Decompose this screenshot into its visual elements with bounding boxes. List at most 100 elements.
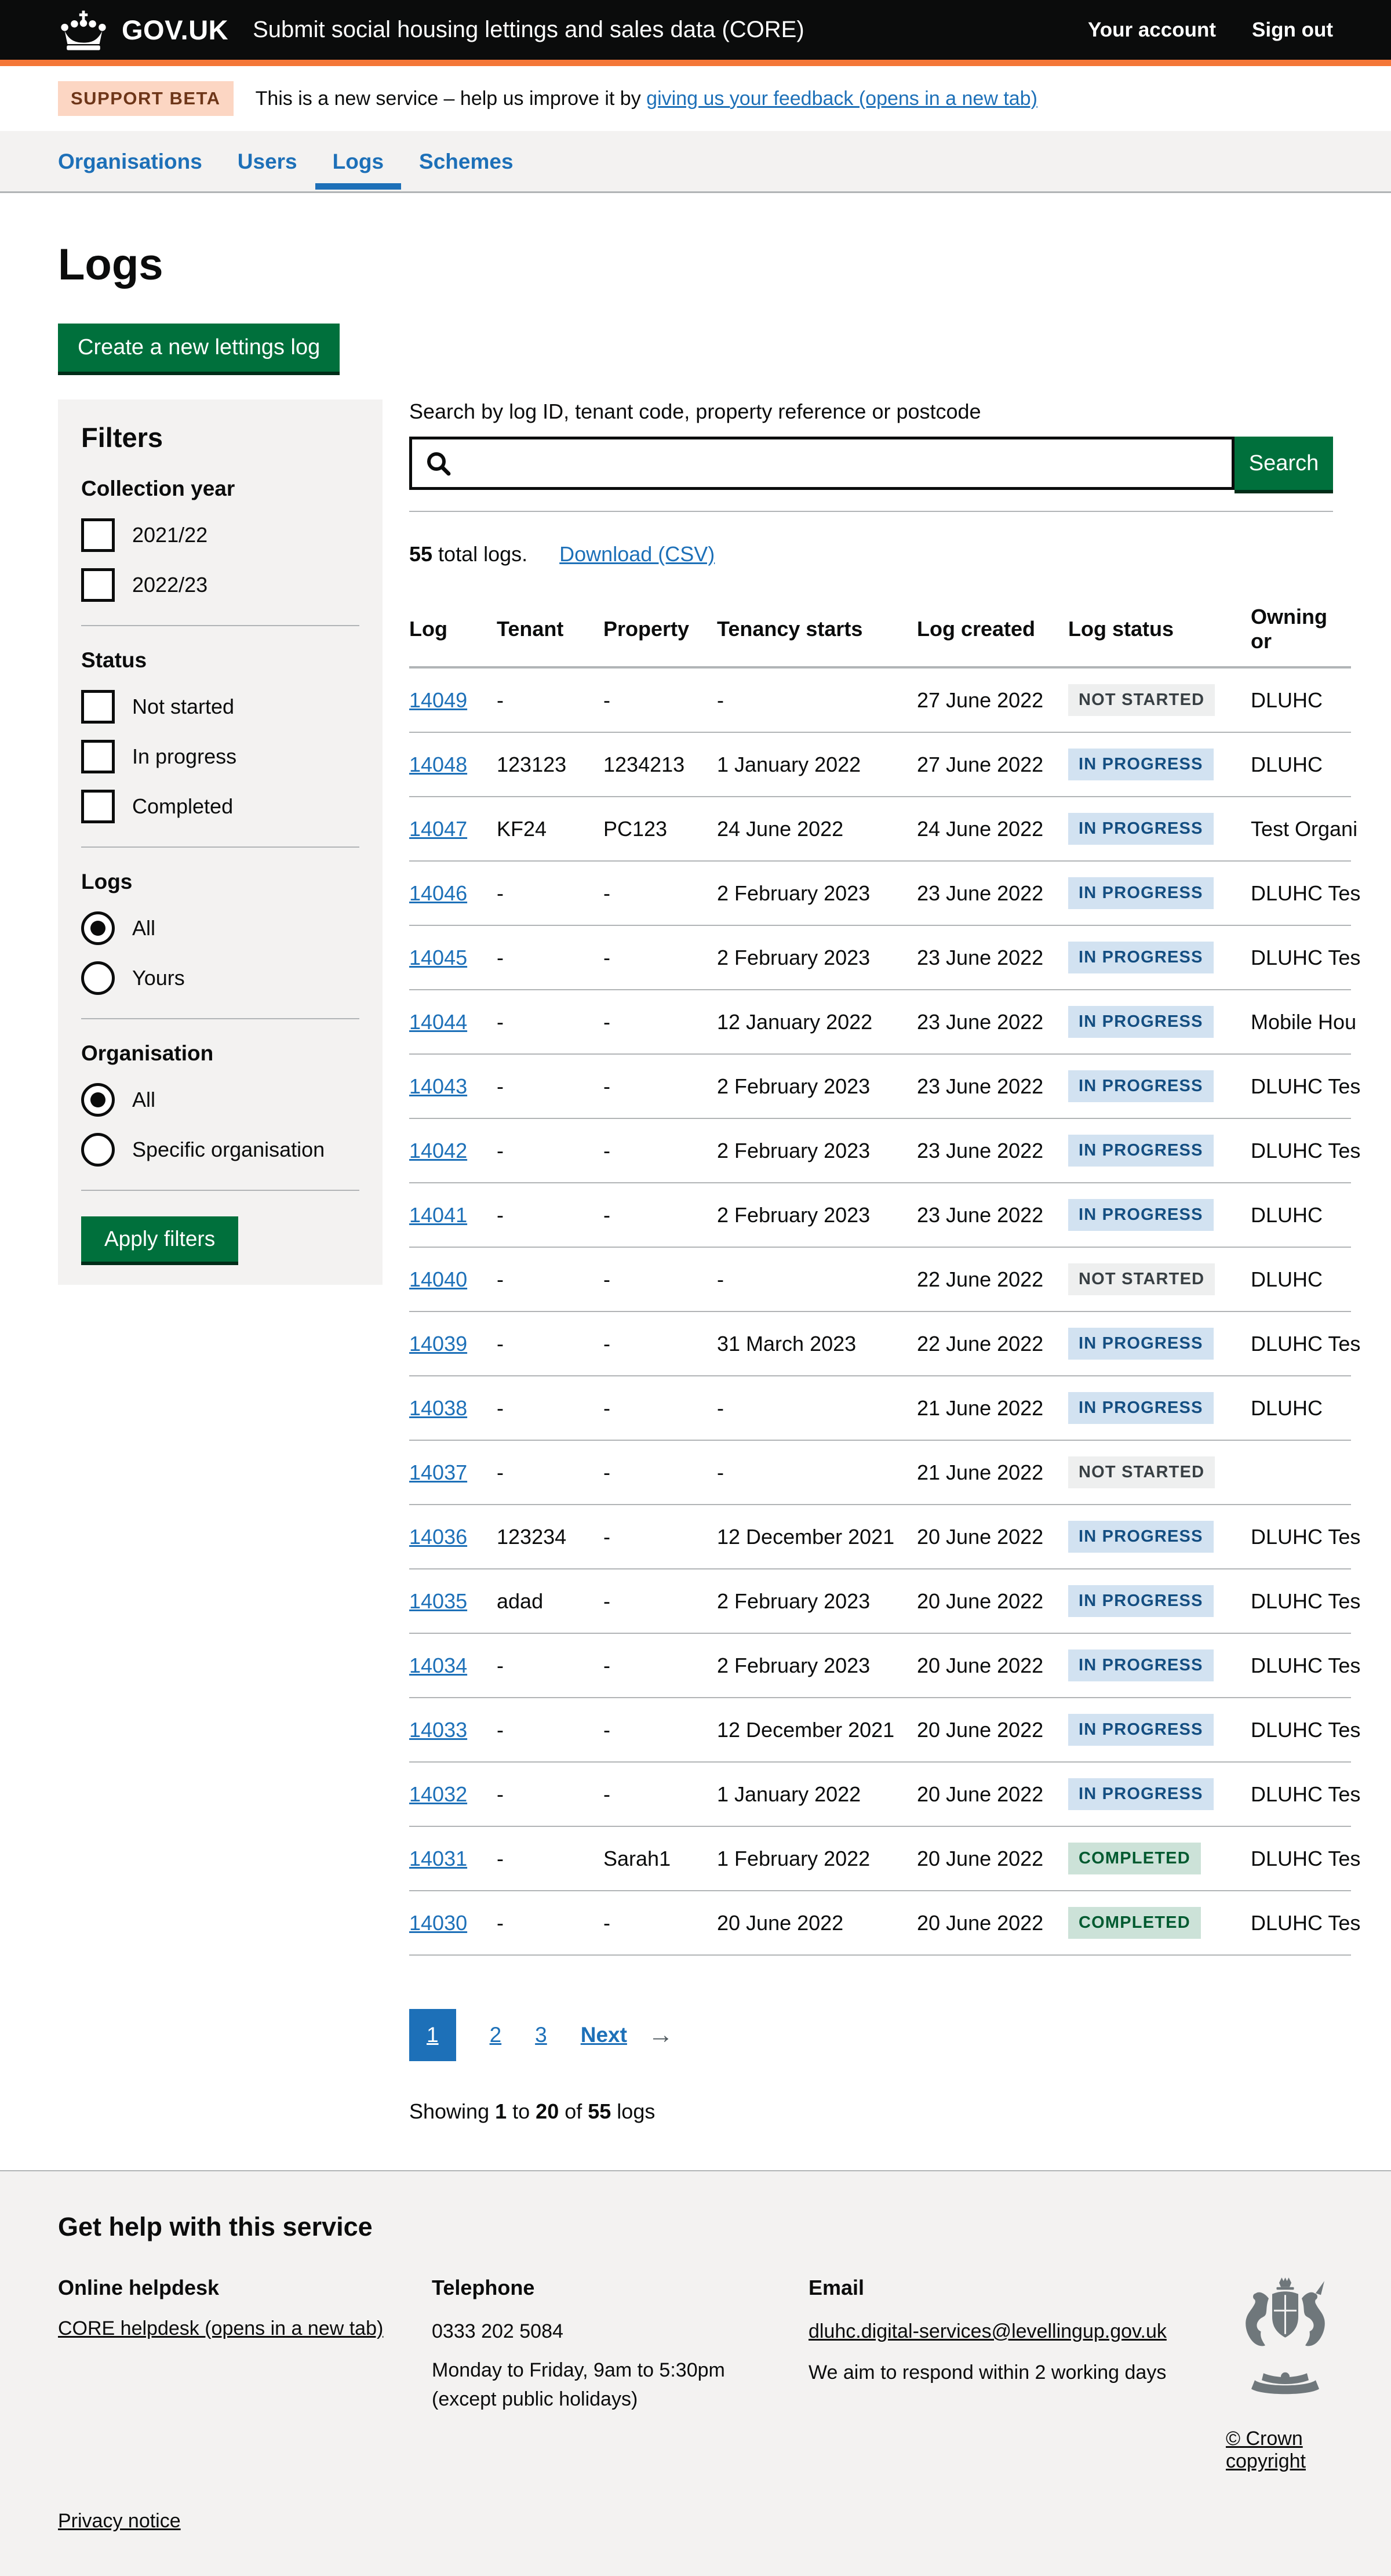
log-link[interactable]: 14036 [409, 1525, 467, 1549]
filter-section-status: Status Not started In progress Completed [81, 648, 359, 823]
checkbox-box [81, 690, 115, 724]
log-link[interactable]: 14043 [409, 1074, 467, 1098]
showing-mid2: of [559, 2099, 588, 2123]
owning-organisation-text: Mobile Hou [1251, 1010, 1356, 1034]
log-created-cell: 20 June 2022 [917, 1891, 1068, 1955]
log-link[interactable]: 14034 [409, 1654, 467, 1677]
radio-control [81, 1083, 115, 1117]
property-cell: - [603, 1118, 717, 1183]
filter-divider [81, 846, 359, 848]
property-cell: - [603, 1762, 717, 1826]
log-status-cell: COMPLETED [1068, 1891, 1251, 1955]
create-lettings-log-button[interactable]: Create a new lettings log [58, 324, 340, 372]
email-link[interactable]: dluhc.digital-services@levellingup.gov.u… [809, 2320, 1167, 2342]
log-link[interactable]: 14047 [409, 817, 467, 841]
checkbox-in-progress[interactable]: In progress [81, 740, 359, 773]
core-helpdesk-link[interactable]: CORE helpdesk (opens in a new tab) [58, 2317, 383, 2339]
log-link[interactable]: 14037 [409, 1460, 467, 1484]
log-link[interactable]: 14039 [409, 1332, 467, 1356]
option-label: All [132, 1088, 155, 1112]
radio-specific-organisation[interactable]: Specific organisation [81, 1133, 359, 1167]
radio-control [81, 1133, 115, 1167]
tab-users[interactable]: Users [238, 131, 297, 191]
table-row: 14045--2 February 202323 June 2022IN PRO… [409, 925, 1351, 990]
radio-all[interactable]: All [81, 1083, 359, 1117]
service-name-link[interactable]: Submit social housing lettings and sales… [253, 17, 804, 43]
table-row: 14039--31 March 202322 June 2022IN PROGR… [409, 1311, 1351, 1376]
log-link[interactable]: 14033 [409, 1718, 467, 1742]
owning-organisation-text: DLUHC Tes [1251, 1782, 1356, 1807]
feedback-link[interactable]: giving us your feedback (opens in a new … [646, 88, 1037, 110]
filter-section-heading: Logs [81, 870, 359, 894]
tab-logs[interactable]: Logs [333, 131, 384, 191]
your-account-link[interactable]: Your account [1088, 19, 1216, 42]
filters-heading: Filters [81, 422, 359, 453]
owning-organisation-text: DLUHC Tes [1251, 1847, 1356, 1871]
radio-selected-dot [90, 921, 105, 936]
log-status-cell: NOT STARTED [1068, 1247, 1251, 1311]
crown-copyright-link[interactable]: © Crown copyright [1226, 2428, 1333, 2473]
pagination-page-2[interactable]: 2 [490, 2023, 502, 2047]
status-badge: IN PROGRESS [1068, 1006, 1214, 1038]
radio-all[interactable]: All [81, 911, 359, 945]
status-badge: IN PROGRESS [1068, 1070, 1214, 1102]
tenancy-starts-cell: 31 March 2023 [717, 1311, 917, 1376]
telephone-heading: Telephone [432, 2276, 809, 2300]
owning-organisation-text: DLUHC Tes [1251, 1074, 1356, 1099]
log-created-cell: 23 June 2022 [917, 1183, 1068, 1247]
log-status-cell: IN PROGRESS [1068, 1505, 1251, 1569]
checkbox-2021-22[interactable]: 2021/22 [81, 518, 359, 552]
log-link[interactable]: 14035 [409, 1589, 467, 1613]
footer-heading: Get help with this service [58, 2212, 1333, 2242]
log-link[interactable]: 14045 [409, 946, 467, 969]
checkbox-not-started[interactable]: Not started [81, 690, 359, 724]
apply-filters-button[interactable]: Apply filters [81, 1216, 238, 1262]
search-button[interactable]: Search [1235, 437, 1333, 490]
log-link[interactable]: 14049 [409, 688, 467, 712]
pagination-page-3[interactable]: 3 [535, 2023, 547, 2047]
log-created-cell: 21 June 2022 [917, 1376, 1068, 1440]
log-link[interactable]: 14048 [409, 753, 467, 776]
log-link[interactable]: 14030 [409, 1911, 467, 1935]
table-row: 14035adad-2 February 202320 June 2022IN … [409, 1569, 1351, 1633]
tenancy-starts-cell: - [717, 1247, 917, 1311]
log-link[interactable]: 14031 [409, 1847, 467, 1870]
status-badge: IN PROGRESS [1068, 1714, 1214, 1746]
email-heading: Email [809, 2276, 1226, 2300]
log-link[interactable]: 14038 [409, 1396, 467, 1420]
log-id-cell: 14047 [409, 797, 497, 861]
log-link[interactable]: 14040 [409, 1267, 467, 1291]
sign-out-link[interactable]: Sign out [1252, 19, 1333, 42]
owning-organisation-cell: DLUHC Tes [1251, 1633, 1351, 1698]
tab-organisations[interactable]: Organisations [58, 131, 202, 191]
privacy-notice-link[interactable]: Privacy notice [58, 2510, 181, 2532]
log-link[interactable]: 14046 [409, 881, 467, 905]
log-link[interactable]: 14032 [409, 1782, 467, 1806]
tab-schemes[interactable]: Schemes [419, 131, 514, 191]
checkbox-2022-23[interactable]: 2022/23 [81, 568, 359, 602]
pagination-next-link[interactable]: Next [581, 2023, 627, 2047]
log-link[interactable]: 14041 [409, 1203, 467, 1227]
option-label: Yours [132, 966, 185, 990]
download-csv-link[interactable]: Download (CSV) [559, 542, 715, 566]
tenancy-starts-cell: 1 January 2022 [717, 732, 917, 797]
filter-section-heading: Status [81, 648, 359, 673]
search-input[interactable] [409, 437, 1235, 490]
govuk-logo-link[interactable]: GOV.UK [58, 9, 228, 51]
owning-organisation-cell: DLUHC Tes [1251, 1826, 1351, 1891]
tenancy-starts-cell: 2 February 2023 [717, 1183, 917, 1247]
tenancy-starts-cell: 2 February 2023 [717, 861, 917, 925]
checkbox-completed[interactable]: Completed [81, 790, 359, 823]
log-link[interactable]: 14042 [409, 1139, 467, 1162]
results-divider [409, 511, 1333, 512]
tenancy-starts-cell: 2 February 2023 [717, 1569, 917, 1633]
showing-total: 55 [588, 2099, 611, 2123]
log-id-cell: 14049 [409, 667, 497, 732]
log-link[interactable]: 14044 [409, 1010, 467, 1034]
log-created-cell: 23 June 2022 [917, 1054, 1068, 1118]
table-row: 14033--12 December 202120 June 2022IN PR… [409, 1698, 1351, 1762]
radio-yours[interactable]: Yours [81, 961, 359, 995]
owning-organisation-cell: DLUHC Tes [1251, 1569, 1351, 1633]
log-status-cell: NOT STARTED [1068, 667, 1251, 732]
option-label: 2021/22 [132, 523, 207, 547]
